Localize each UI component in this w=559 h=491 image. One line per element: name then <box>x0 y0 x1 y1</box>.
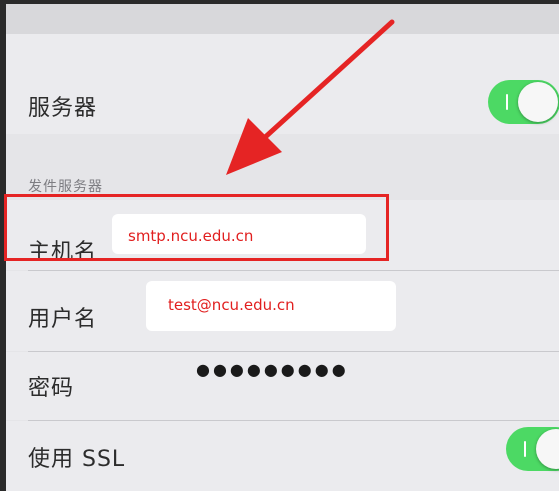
server-label: 服务器 <box>28 96 98 121</box>
server-row[interactable]: 服务器 <box>6 34 559 134</box>
password-label: 密码 <box>28 376 75 401</box>
toggle-on-indicator <box>506 94 508 110</box>
server-toggle[interactable] <box>488 80 559 124</box>
toggle-knob <box>536 429 559 469</box>
outgoing-server-header: 发件服务器 <box>28 179 103 195</box>
ssl-label: 使用 SSL <box>28 447 126 472</box>
username-row[interactable]: 用户名 test@ncu.edu.cn <box>6 271 559 351</box>
ssl-row[interactable]: 使用 SSL <box>6 421 559 491</box>
top-strip <box>6 4 559 34</box>
hostname-highlight-box <box>4 194 389 261</box>
username-value: test@ncu.edu.cn <box>168 296 295 314</box>
ssl-toggle[interactable] <box>506 427 559 471</box>
toggle-on-indicator <box>524 441 526 457</box>
password-value[interactable]: ●●●●●●●●● <box>196 360 349 379</box>
toggle-knob <box>518 82 558 122</box>
username-label: 用户名 <box>28 307 98 332</box>
